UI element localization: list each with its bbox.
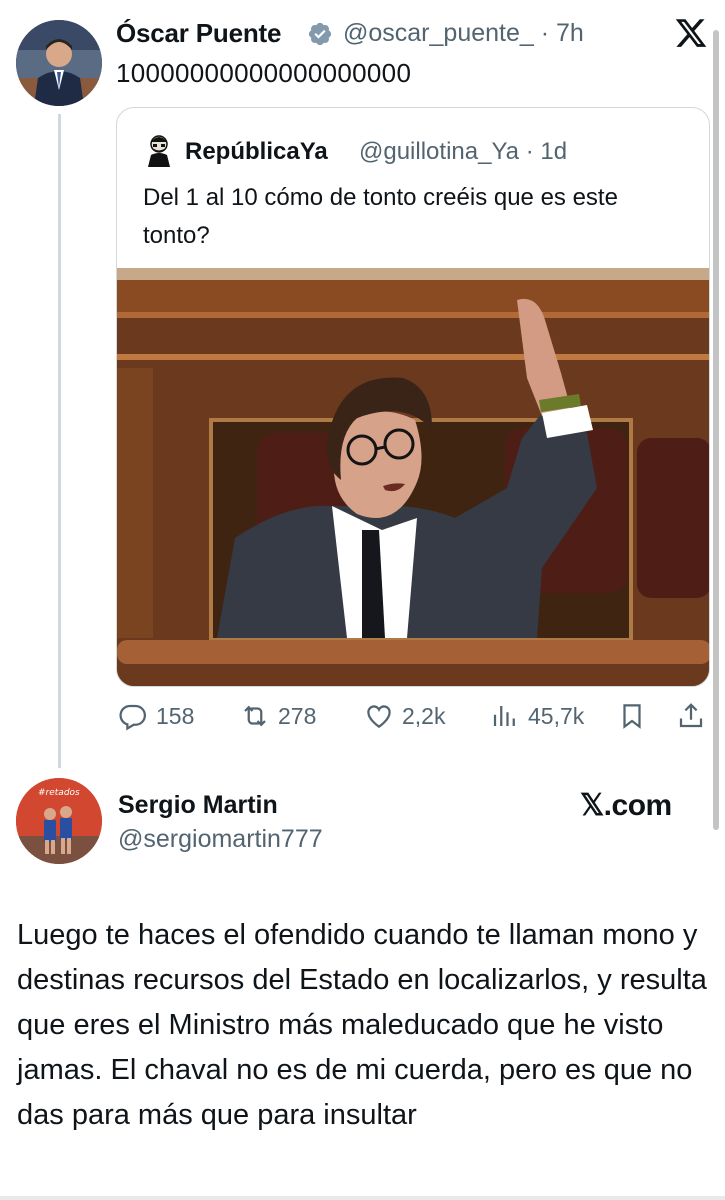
views-count: 45,7k <box>528 702 585 729</box>
card-text: Luego te haces el ofendido cuando te lla… <box>17 919 707 1131</box>
views-button[interactable]: 45,7k <box>490 700 584 732</box>
quote-author-avatar <box>144 133 174 167</box>
card-avatar-text: #retados <box>38 788 80 798</box>
retweet-button[interactable]: 278 <box>240 700 316 732</box>
x-com-brand: 𝕏.com <box>580 789 672 822</box>
share-button[interactable] <box>676 700 706 732</box>
card-author-handle[interactable]: @sergiomartin777 <box>118 825 323 854</box>
author-name[interactable]: Óscar Puente <box>116 18 281 49</box>
like-icon <box>367 705 391 728</box>
card-author-avatar[interactable]: #retados <box>16 778 102 864</box>
quote-author-handle: @guillotina_Ya · 1d <box>359 138 568 165</box>
author-handle[interactable]: @oscar_puente_ · 7h <box>343 19 584 48</box>
scrollbar[interactable] <box>713 30 719 830</box>
bookmark-button[interactable] <box>617 700 647 732</box>
bottom-divider <box>0 1196 725 1200</box>
quote-photo[interactable] <box>117 268 709 686</box>
quoted-tweet[interactable]: RepúblicaYa @guillotina_Ya · 1d Del 1 al… <box>116 107 710 687</box>
x-logo-icon[interactable] <box>674 16 708 50</box>
share-icon <box>679 703 703 728</box>
thread-line <box>58 114 61 768</box>
retweet-icon <box>244 705 266 727</box>
like-button[interactable]: 2,2k <box>364 700 445 732</box>
quote-text: Del 1 al 10 cómo de tonto creéis que es … <box>143 184 618 249</box>
retweet-count: 278 <box>278 702 317 729</box>
bookmark-icon <box>623 704 641 729</box>
quote-author-name: RepúblicaYa <box>185 138 328 165</box>
verified-icon <box>307 21 333 47</box>
reply-count: 158 <box>156 702 195 729</box>
views-icon <box>493 706 515 726</box>
card-author-name[interactable]: Sergio Martin <box>118 791 278 820</box>
author-avatar[interactable] <box>16 20 102 106</box>
tweet-text: 10000000000000000000 <box>116 58 412 88</box>
reply-button[interactable]: 158 <box>118 700 194 732</box>
like-count: 2,2k <box>402 702 446 729</box>
reply-icon <box>119 704 146 731</box>
